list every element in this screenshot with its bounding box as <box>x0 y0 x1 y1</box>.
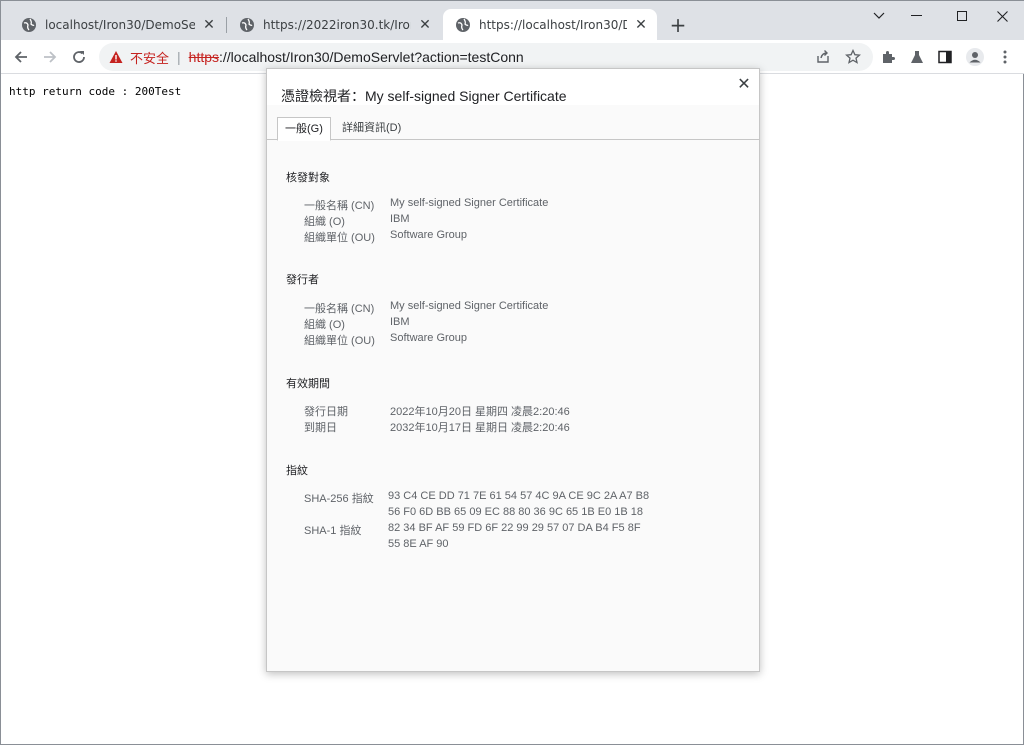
tab-general[interactable]: 一般(G) <box>277 117 331 141</box>
sha256-label: SHA-256 指紋 <box>304 493 374 505</box>
close-window-button[interactable] <box>980 1 1024 31</box>
sha256-value-line1: 93 C4 CE DD 71 7E 61 54 57 4C 9A CE 9C 2… <box>388 490 650 502</box>
subject-cn-value: My self-signed Signer Certificate <box>390 197 549 209</box>
close-tab-icon[interactable]: ✕ <box>201 17 217 33</box>
globe-icon <box>22 17 36 32</box>
warning-triangle-icon <box>109 51 123 63</box>
browser-tab-2[interactable]: https://2022iron30.tk/Iron30/D ✕ <box>227 9 441 40</box>
subject-o-value: IBM <box>390 213 410 225</box>
sha1-value-line1: 82 34 BF AF 59 FD 6F 22 99 29 57 07 DA B… <box>388 522 641 534</box>
close-tab-icon[interactable]: ✕ <box>417 17 433 33</box>
tab-title: https://2022iron30.tk/Iron30/D <box>263 17 411 32</box>
labs-flask-icon[interactable] <box>903 43 931 71</box>
globe-icon <box>240 17 254 32</box>
dialog-close-button[interactable]: ✕ <box>735 75 753 93</box>
url-scheme: https <box>188 49 220 65</box>
browser-tab-3-active[interactable]: https://localhost/Iron30/Demo ✕ <box>443 9 657 40</box>
extensions-puzzle-icon[interactable] <box>874 43 902 71</box>
sha1-label: SHA-1 指紋 <box>304 525 362 537</box>
section-heading-issuer: 發行者 <box>286 274 319 286</box>
sha1-value-line2: 55 8E AF 90 <box>388 538 449 550</box>
minimize-button[interactable] <box>894 1 939 31</box>
certificate-viewer-dialog: 憑證檢視者：My self-signed Signer Certificate … <box>266 68 760 672</box>
page-body-text: http return code : 200Test <box>9 85 182 98</box>
issuer-ou-value: Software Group <box>390 332 468 344</box>
forward-button[interactable] <box>36 43 64 71</box>
issued-on-label: 發行日期 <box>304 406 348 418</box>
globe-icon <box>456 17 470 32</box>
dialog-tab-bar: 一般(G) 詳細資訊(D) <box>267 117 759 141</box>
back-button[interactable] <box>7 43 35 71</box>
reload-icon <box>73 51 85 63</box>
browser-window: localhost/Iron30/DemoServlet ✕ https://2… <box>0 0 1024 745</box>
tab-title: localhost/Iron30/DemoServlet <box>45 17 195 32</box>
share-icon[interactable] <box>809 43 837 71</box>
menu-kebab-icon[interactable] <box>991 43 1019 71</box>
subject-o-label: 組織 (O) <box>304 216 345 228</box>
maximize-button[interactable] <box>939 1 984 31</box>
url-text: ://localhost/Iron30/DemoServlet?action=t… <box>219 49 524 65</box>
section-heading-subject: 核發對象 <box>286 172 330 184</box>
section-heading-validity: 有效期間 <box>286 378 330 390</box>
subject-ou-label: 組織單位 (OU) <box>304 232 375 244</box>
issuer-cn-value: My self-signed Signer Certificate <box>390 300 549 312</box>
side-panel-icon[interactable] <box>931 43 959 71</box>
expires-on-label: 到期日 <box>304 422 337 434</box>
section-heading-fingerprints: 指紋 <box>286 465 308 477</box>
not-secure-label[interactable]: 不安全 <box>130 48 169 67</box>
bookmark-star-icon[interactable] <box>839 43 867 71</box>
omnibox-divider: | <box>177 49 181 65</box>
address-bar[interactable]: 不安全 | https://localhost/Iron30/DemoServl… <box>99 43 873 71</box>
subject-cn-label: 一般名稱 (CN) <box>304 200 375 212</box>
issuer-ou-label: 組織單位 (OU) <box>304 335 375 347</box>
profile-avatar-icon[interactable] <box>961 43 989 71</box>
issuer-o-label: 組織 (O) <box>304 319 345 331</box>
close-tab-icon[interactable]: ✕ <box>633 17 649 33</box>
sha256-value-line2: 56 F0 6D BB 65 09 EC 88 80 36 9C 65 1B E… <box>388 506 644 518</box>
new-tab-button[interactable]: + <box>666 13 690 37</box>
browser-tab-1[interactable]: localhost/Iron30/DemoServlet ✕ <box>9 9 225 40</box>
forward-arrow-icon <box>44 51 57 63</box>
dialog-title: 憑證檢視者：My self-signed Signer Certificate <box>281 88 567 104</box>
tab-details[interactable]: 詳細資訊(D) <box>335 117 408 140</box>
expires-on-value: 2032年10月17日 星期日 凌晨2:20:46 <box>390 422 570 434</box>
back-arrow-icon <box>14 51 27 63</box>
issuer-cn-label: 一般名稱 (CN) <box>304 303 375 315</box>
tab-strip: localhost/Iron30/DemoServlet ✕ https://2… <box>1 1 1024 40</box>
dialog-header: 憑證檢視者：My self-signed Signer Certificate … <box>267 69 759 105</box>
subject-ou-value: Software Group <box>390 229 468 241</box>
reload-button[interactable] <box>65 43 93 71</box>
issuer-o-value: IBM <box>390 316 410 328</box>
issued-on-value: 2022年10月20日 星期四 凌晨2:20:46 <box>390 406 570 418</box>
tab-title: https://localhost/Iron30/Demo <box>479 17 627 32</box>
